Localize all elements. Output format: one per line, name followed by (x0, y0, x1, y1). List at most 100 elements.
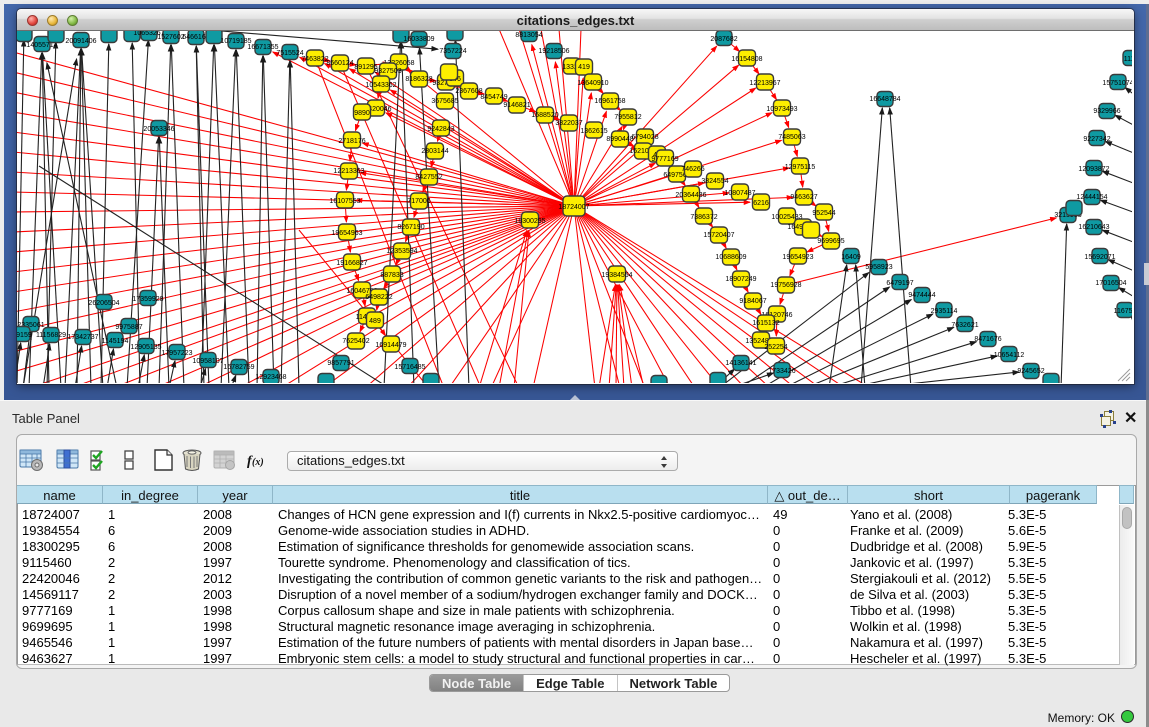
svg-text:9184067: 9184067 (739, 298, 766, 305)
svg-text:9890: 9890 (354, 110, 370, 117)
svg-text:10688609: 10688609 (715, 254, 746, 261)
svg-text:7515524: 7515524 (276, 50, 303, 57)
svg-text:16914479: 16914479 (375, 342, 406, 349)
svg-text:8267190: 8267190 (397, 224, 424, 231)
svg-text:7485063: 7485063 (778, 134, 805, 141)
svg-text:(x): (x) (252, 457, 264, 468)
svg-text:9242843: 9242843 (427, 126, 454, 133)
svg-text:746266: 746266 (681, 166, 704, 173)
svg-text:7625402: 7625402 (342, 338, 369, 345)
svg-text:9146821: 9146821 (503, 102, 530, 109)
svg-text:17342737: 17342737 (67, 334, 98, 341)
svg-text:10807487: 10807487 (724, 190, 755, 197)
svg-text:16961758: 16961758 (594, 98, 625, 105)
svg-text:16107553: 16107553 (329, 198, 360, 205)
svg-text:8813054: 8813054 (515, 32, 542, 39)
svg-text:2718176: 2718176 (338, 138, 365, 145)
svg-text:7632621: 7632621 (951, 322, 978, 329)
svg-text:8990448: 8990448 (606, 136, 633, 143)
svg-text:419: 419 (578, 64, 590, 71)
svg-text:9227342: 9227342 (1083, 136, 1110, 143)
svg-text:16409: 16409 (841, 254, 861, 261)
svg-text:887833: 887833 (380, 272, 403, 279)
svg-text:5958923: 5958923 (865, 264, 892, 271)
svg-text:18300295: 18300295 (514, 218, 545, 225)
svg-text:9245652: 9245652 (1017, 368, 1044, 375)
svg-text:17957223: 17957223 (161, 350, 192, 357)
svg-text:15751074: 15751074 (1102, 80, 1132, 87)
svg-text:8186328: 8186328 (405, 76, 432, 83)
svg-text:16648784: 16648784 (869, 96, 900, 103)
svg-text:20053346: 20053346 (143, 126, 174, 133)
svg-text:3675685: 3675685 (431, 98, 458, 105)
svg-text:3822037: 3822037 (555, 120, 582, 127)
svg-text:15720407: 15720407 (703, 232, 734, 239)
svg-text:1112: 1112 (1124, 56, 1132, 63)
svg-text:116753: 116753 (1114, 308, 1132, 315)
svg-text:39159: 39159 (17, 332, 32, 339)
svg-text:16782759: 16782759 (223, 364, 254, 371)
svg-text:19756928: 19756928 (770, 282, 801, 289)
svg-text:12353594: 12353594 (386, 248, 417, 255)
svg-text:26206504: 26206504 (88, 300, 119, 307)
svg-text:9463627: 9463627 (790, 194, 817, 201)
svg-text:20091406: 20091406 (65, 38, 96, 45)
svg-text:252254: 252254 (764, 344, 787, 351)
svg-text:15692071: 15692071 (1084, 254, 1115, 261)
svg-text:3824554: 3824554 (701, 178, 728, 185)
svg-text:9474444: 9474444 (908, 292, 935, 299)
svg-text:7955812: 7955812 (614, 114, 641, 121)
svg-text:717006: 717006 (407, 198, 430, 205)
svg-text:12093872: 12093872 (1078, 166, 1109, 173)
svg-text:15716485: 15716485 (394, 364, 425, 371)
svg-text:12975115: 12975115 (785, 164, 816, 171)
svg-text:10958107: 10958107 (192, 358, 223, 365)
svg-text:18907249: 18907249 (725, 276, 756, 283)
svg-text:14136141: 14136141 (725, 360, 756, 367)
svg-text:6479197: 6479197 (886, 280, 913, 287)
svg-text:19654923: 19654923 (782, 254, 813, 261)
svg-text:10543362: 10543362 (365, 82, 396, 89)
svg-text:16210643: 16210643 (1078, 224, 1109, 231)
svg-text:6216: 6216 (753, 200, 769, 207)
svg-text:8471676: 8471676 (974, 336, 1001, 343)
svg-text:1527602: 1527602 (157, 34, 184, 41)
svg-text:1362615: 1362615 (580, 128, 607, 135)
svg-text:1588520: 1588520 (531, 112, 558, 119)
svg-text:8660124: 8660124 (326, 60, 353, 67)
svg-text:19384554: 19384554 (601, 272, 632, 279)
svg-text:8454749: 8454749 (480, 94, 507, 101)
svg-text:10973493: 10973493 (766, 106, 797, 113)
svg-text:2803144: 2803144 (421, 148, 448, 155)
svg-text:2935114: 2935114 (931, 308, 958, 315)
svg-text:12213363: 12213363 (333, 168, 364, 175)
svg-text:1733426: 1733426 (768, 368, 795, 375)
svg-text:10654112: 10654112 (994, 352, 1025, 359)
svg-text:19654963: 19654963 (331, 230, 362, 237)
svg-text:16154808: 16154808 (731, 56, 762, 63)
svg-text:952544: 952544 (812, 210, 835, 217)
svg-text:19218506: 19218506 (538, 48, 569, 55)
svg-text:13640910: 13640910 (577, 80, 608, 87)
svg-text:16671355: 16671355 (247, 44, 278, 51)
svg-text:12905135: 12905135 (130, 344, 161, 351)
svg-text:7463822: 7463822 (301, 56, 328, 63)
svg-text:1615132: 1615132 (752, 320, 779, 327)
svg-text:18724007: 18724007 (558, 204, 589, 211)
svg-text:9777169: 9777169 (651, 156, 678, 163)
svg-text:16033809: 16033809 (403, 36, 434, 43)
svg-text:9329966: 9329966 (1093, 108, 1120, 115)
svg-text:1145194: 1145194 (102, 338, 129, 345)
svg-text:9975887: 9975887 (115, 324, 142, 331)
svg-text:7357224: 7357224 (439, 48, 466, 55)
svg-text:2087682: 2087682 (710, 36, 737, 43)
svg-text:9857791: 9857791 (327, 360, 354, 367)
svg-text:17016504: 17016504 (1095, 280, 1126, 287)
svg-text:17359928: 17359928 (132, 296, 163, 303)
svg-text:2367608: 2367608 (455, 88, 482, 95)
svg-text:19166827: 19166827 (336, 260, 367, 267)
svg-text:6498222: 6498222 (365, 294, 392, 301)
svg-text:12923468: 12923468 (255, 374, 286, 381)
svg-text:20364436: 20364436 (675, 192, 706, 199)
svg-text:489: 489 (369, 318, 381, 325)
